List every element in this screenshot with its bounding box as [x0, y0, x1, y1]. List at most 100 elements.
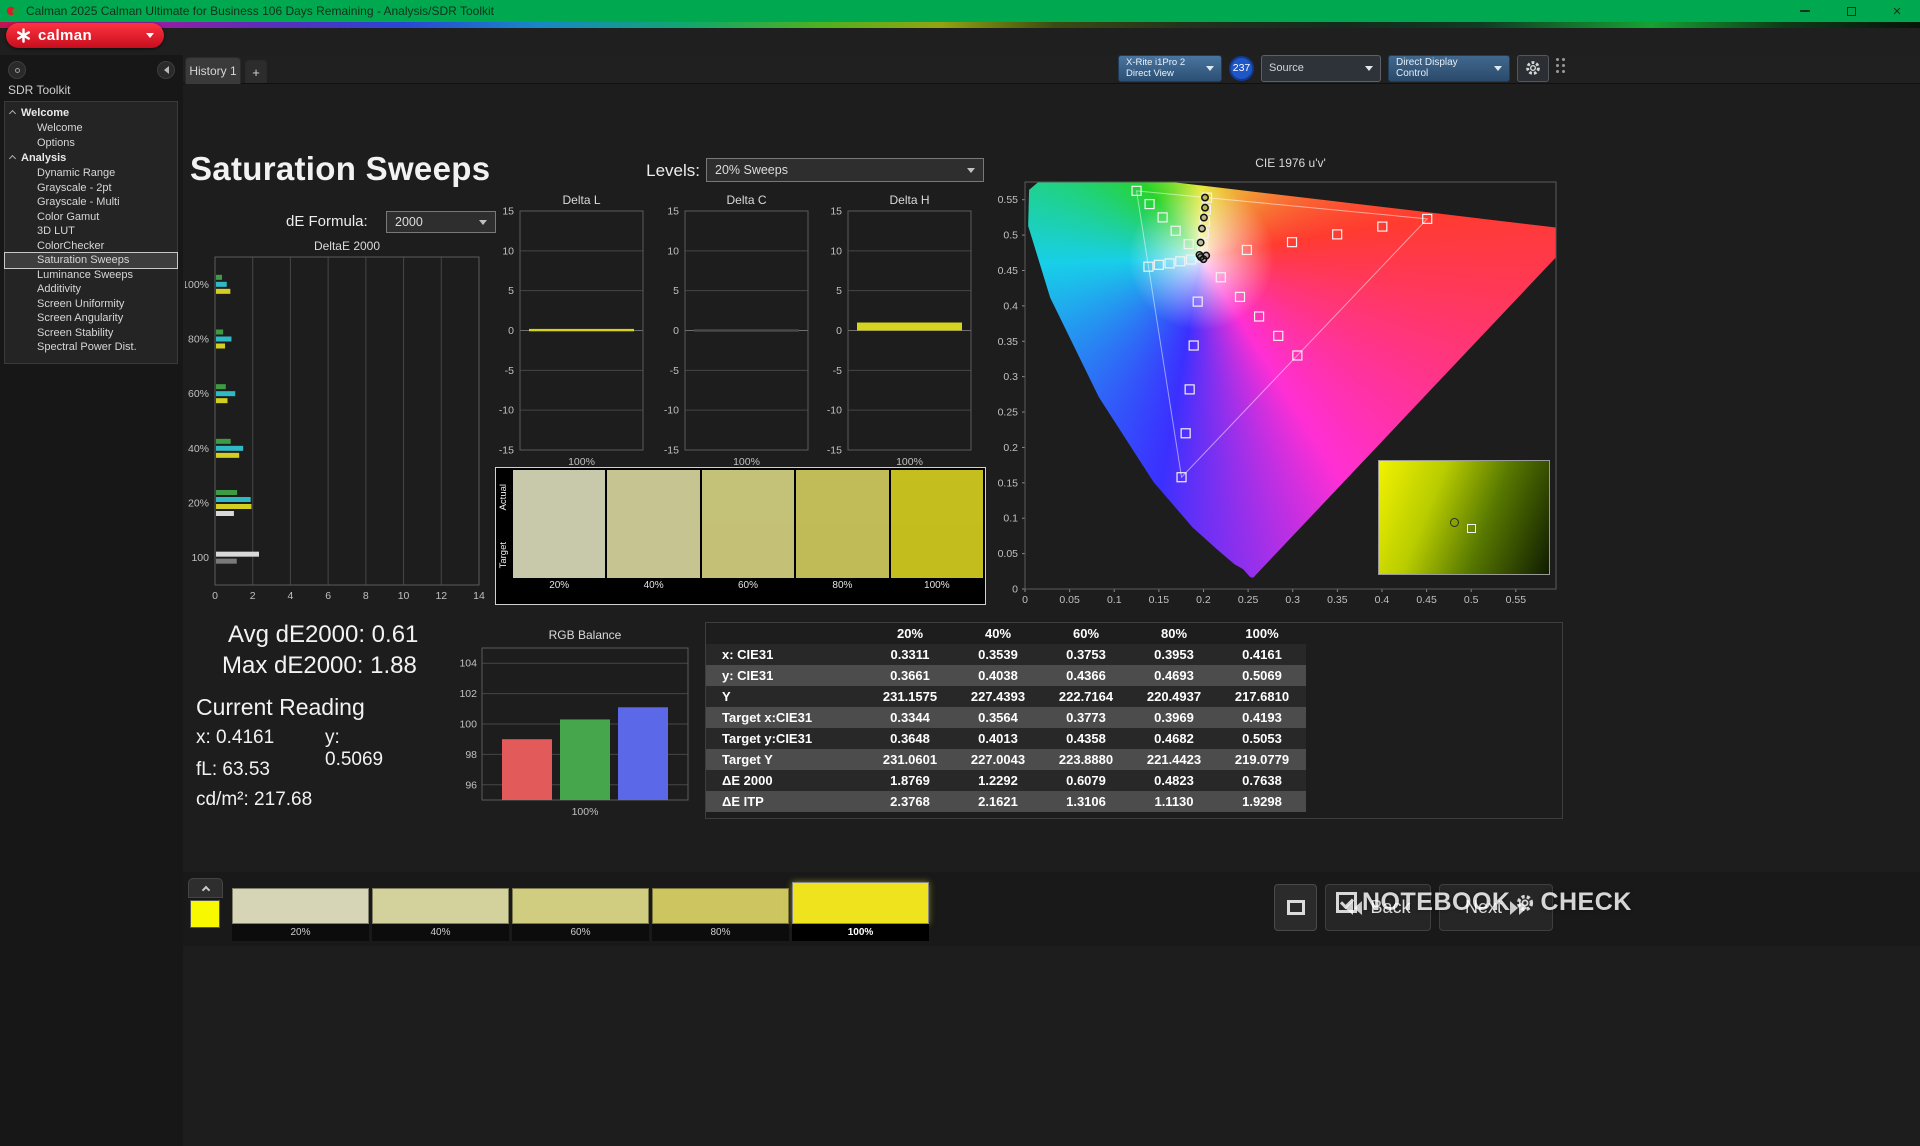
sidebar-item-grayscale-multi[interactable]: Grayscale - Multi: [5, 195, 177, 210]
de-formula-value: 2000: [395, 215, 423, 229]
table-col-header: 20%: [866, 623, 954, 644]
patch-label: 100%: [792, 924, 929, 941]
levels-value: 20% Sweeps: [715, 163, 788, 177]
xy-reading: x: 0.4161 y: 0.5069: [196, 727, 274, 749]
level-patch-20[interactable]: 20%: [232, 888, 369, 941]
cdm2-reading: cd/m²: 217.68: [196, 789, 312, 811]
level-patch-60[interactable]: 60%: [512, 888, 649, 941]
layout-grid-icon[interactable]: [1556, 58, 1568, 78]
de-formula-select[interactable]: 2000: [386, 211, 496, 233]
display-control-dropdown[interactable]: Direct Display Control: [1388, 55, 1510, 82]
svg-text:0.45: 0.45: [998, 265, 1019, 277]
cie-zoom-inset: [1378, 460, 1550, 575]
expand-caret-icon: [9, 155, 16, 162]
table-row-x-cie31: x: CIE310.33110.35390.37530.39530.4161: [706, 644, 1306, 665]
svg-text:14: 14: [473, 590, 485, 602]
calman-menu-button[interactable]: calman: [6, 23, 164, 48]
svg-text:0.4: 0.4: [1375, 594, 1390, 606]
patch-label: 60%: [512, 924, 649, 941]
target-point-icon: [1467, 524, 1476, 533]
actual-swatch: [702, 470, 794, 524]
sidebar-item-screen-angularity[interactable]: Screen Angularity: [5, 311, 177, 326]
levels-select[interactable]: 20% Sweeps: [706, 158, 984, 182]
maximize-button[interactable]: [1828, 0, 1874, 22]
sidebar-title: SDR Toolkit: [8, 83, 70, 97]
sidebar-item-luminance-sweeps[interactable]: Luminance Sweeps: [5, 268, 177, 283]
svg-text:0.1: 0.1: [1003, 513, 1018, 525]
sidebar-item-grayscale-2pt[interactable]: Grayscale - 2pt: [5, 181, 177, 196]
source-dropdown[interactable]: Source: [1261, 55, 1381, 82]
sidebar-item-spectral-power-dist[interactable]: Spectral Power Dist.: [5, 340, 177, 355]
sidebar-options-button[interactable]: [8, 61, 26, 79]
svg-text:0.2: 0.2: [1003, 442, 1018, 454]
svg-text:5: 5: [508, 285, 514, 297]
target-swatch: [607, 524, 699, 578]
tree-group-welcome[interactable]: Welcome: [5, 105, 177, 121]
sidebar-item-welcome[interactable]: Welcome: [5, 121, 177, 136]
patch-swatch: [232, 888, 369, 924]
sidebar-collapse-button[interactable]: [157, 61, 175, 79]
svg-text:104: 104: [459, 658, 477, 670]
svg-text:RGB Balance: RGB Balance: [549, 628, 622, 642]
patch-label: 40%: [372, 924, 509, 941]
level-patch-100[interactable]: 100%: [792, 882, 929, 941]
sidebar-item-additivity[interactable]: Additivity: [5, 282, 177, 297]
svg-text:100: 100: [459, 719, 477, 731]
add-tab-button[interactable]: +: [245, 60, 267, 83]
actual-swatch: [607, 470, 699, 524]
meter-label: X-Rite i1Pro 2 Direct View: [1126, 57, 1185, 80]
level-patch-40[interactable]: 40%: [372, 888, 509, 941]
table-row-target-y-cie31: Target y:CIE310.36480.40130.43580.46820.…: [706, 728, 1306, 749]
pattern-collapse-button[interactable]: [188, 878, 223, 898]
sidebar-item-saturation-sweeps[interactable]: Saturation Sweeps: [5, 253, 177, 268]
svg-text:5: 5: [673, 285, 679, 297]
chevron-down-icon: [1494, 66, 1502, 71]
sidebar-item-screen-uniformity[interactable]: Screen Uniformity: [5, 297, 177, 312]
minimize-button[interactable]: [1782, 0, 1828, 22]
delta-l-chart: Delta L151050-5-10-15100%: [490, 195, 650, 480]
pattern-preview-swatch: [190, 900, 220, 928]
app-icon: [6, 4, 20, 18]
patch-swatch: [652, 888, 789, 924]
svg-text:-5: -5: [505, 365, 514, 377]
sidebar-item-screen-stability[interactable]: Screen Stability: [5, 326, 177, 341]
chevron-down-icon: [1206, 66, 1214, 71]
level-patch-80[interactable]: 80%: [652, 888, 789, 941]
pattern-window-button[interactable]: [1274, 884, 1317, 931]
svg-text:0.15: 0.15: [998, 477, 1019, 489]
sidebar-item-options[interactable]: Options: [5, 136, 177, 151]
svg-text:0: 0: [673, 325, 679, 337]
close-button[interactable]: ×: [1874, 0, 1920, 22]
svg-text:-10: -10: [499, 405, 514, 417]
window-title: Calman 2025 Calman Ultimate for Business…: [26, 4, 494, 18]
sidebar-item-color-gamut[interactable]: Color Gamut: [5, 210, 177, 225]
svg-text:0.15: 0.15: [1149, 594, 1170, 606]
sidebar-item-3d-lut[interactable]: 3D LUT: [5, 224, 177, 239]
svg-text:20%: 20%: [188, 498, 209, 510]
next-button[interactable]: Next: [1439, 884, 1553, 931]
sidebar-item-colorchecker[interactable]: ColorChecker: [5, 239, 177, 254]
swatch-column-60: 60%: [702, 470, 794, 602]
svg-text:2: 2: [250, 590, 256, 602]
swatch-label: 80%: [796, 578, 888, 594]
svg-text:0.05: 0.05: [1059, 594, 1080, 606]
back-button[interactable]: Back: [1325, 884, 1431, 931]
svg-text:15: 15: [502, 206, 514, 218]
tab-history-1[interactable]: History 1: [185, 57, 241, 84]
svg-text:60%: 60%: [188, 388, 209, 400]
y-reading: y: 0.5069: [325, 727, 383, 771]
table-row-target-x-cie31: Target x:CIE310.33440.35640.37730.39690.…: [706, 707, 1306, 728]
settings-button[interactable]: [1517, 55, 1549, 82]
actual-swatch: [513, 470, 605, 524]
swatch-column-40: 40%: [607, 470, 699, 602]
table-col-header: 40%: [954, 623, 1042, 644]
svg-text:0: 0: [836, 325, 842, 337]
reading-count-badge: 237: [1229, 56, 1254, 81]
sidebar-item-dynamic-range[interactable]: Dynamic Range: [5, 166, 177, 181]
target-row-label: Target: [498, 542, 511, 568]
maximize-icon: [1847, 7, 1856, 16]
svg-text:10: 10: [830, 245, 842, 257]
meter-dropdown[interactable]: X-Rite i1Pro 2 Direct View: [1118, 55, 1222, 82]
tree-group-analysis[interactable]: Analysis: [5, 150, 177, 166]
svg-text:12: 12: [435, 590, 447, 602]
